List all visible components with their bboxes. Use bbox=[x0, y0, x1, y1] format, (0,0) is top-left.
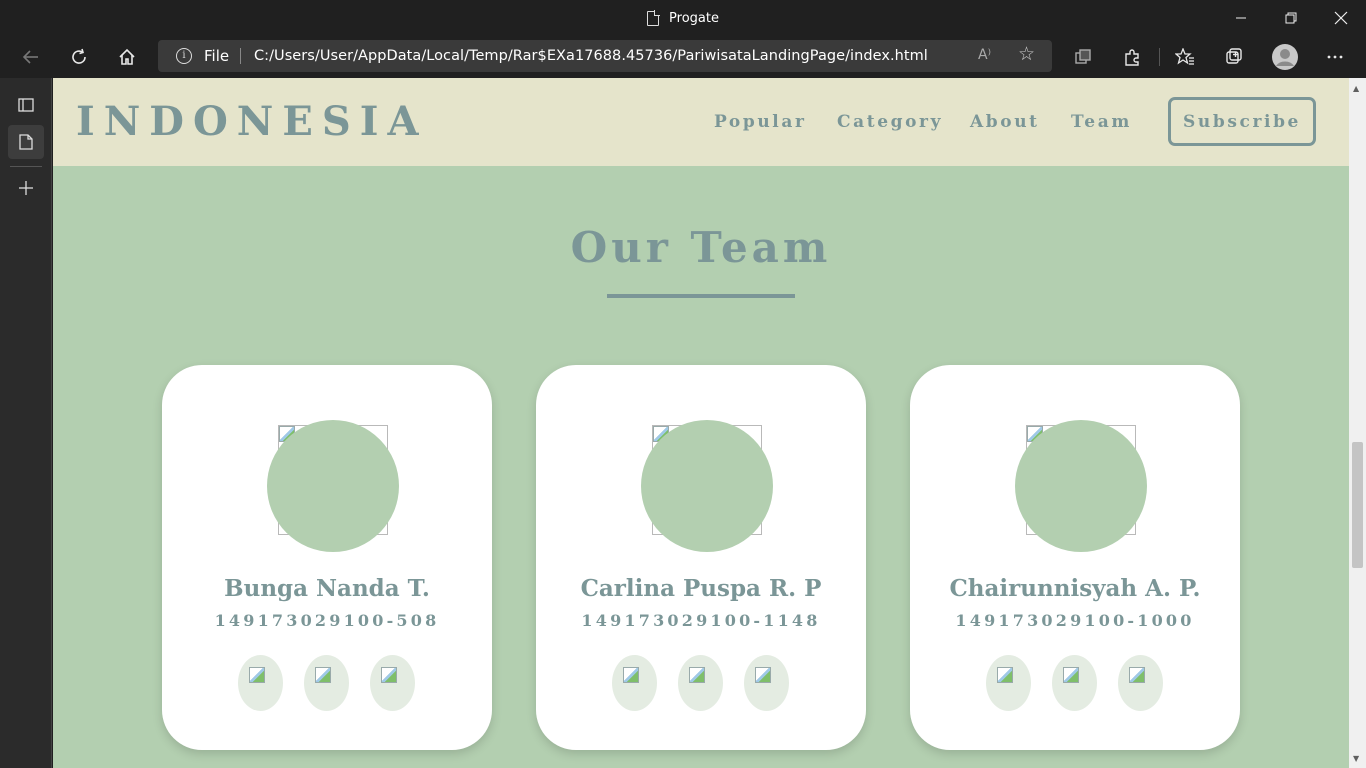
social-link[interactable] bbox=[370, 655, 415, 711]
url-text[interactable]: C:/Users/User/AppData/Local/Temp/Rar$EXa… bbox=[254, 48, 928, 64]
page-viewport: INDONESIA Popular Category About Team Su… bbox=[53, 78, 1349, 768]
scroll-up-icon[interactable]: ▲ bbox=[1353, 84, 1359, 93]
window-title-bar: Progate bbox=[0, 0, 1366, 36]
profile-icon bbox=[1272, 44, 1298, 70]
social-link[interactable] bbox=[612, 655, 657, 711]
photo-circle bbox=[1015, 420, 1147, 552]
address-bar[interactable]: i File C:/Users/User/AppData/Local/Temp/… bbox=[158, 40, 1052, 72]
window-title: Progate bbox=[0, 0, 1366, 36]
team-card: Bunga Nanda T. 149173029100-508 bbox=[162, 365, 492, 750]
more-icon bbox=[1327, 55, 1343, 59]
team-card: Chairunnisyah A. P. 149173029100-1000 bbox=[910, 365, 1240, 750]
info-icon[interactable]: i bbox=[176, 48, 192, 64]
refresh-button[interactable] bbox=[62, 40, 96, 74]
extensions-icon bbox=[1125, 49, 1139, 66]
section-title: Our Team bbox=[570, 223, 832, 272]
close-icon bbox=[1334, 11, 1348, 25]
broken-image-icon bbox=[689, 667, 705, 683]
social-link[interactable] bbox=[304, 655, 349, 711]
photo-circle bbox=[641, 420, 773, 552]
nav-category[interactable]: Category bbox=[837, 112, 943, 132]
site-logo[interactable]: INDONESIA bbox=[76, 98, 428, 145]
member-id: 149173029100-508 bbox=[214, 611, 440, 630]
page-icon bbox=[647, 10, 660, 26]
site-header: INDONESIA Popular Category About Team Su… bbox=[53, 78, 1349, 166]
scrollbar-thumb[interactable] bbox=[1352, 442, 1363, 568]
social-link[interactable] bbox=[678, 655, 723, 711]
home-button[interactable] bbox=[110, 40, 144, 74]
social-link[interactable] bbox=[986, 655, 1031, 711]
social-link[interactable] bbox=[1052, 655, 1097, 711]
broken-image-icon bbox=[315, 667, 331, 683]
read-aloud-icon[interactable]: A⁾ bbox=[978, 47, 991, 63]
home-icon bbox=[119, 48, 135, 65]
broken-image-icon bbox=[249, 667, 265, 683]
page-icon bbox=[19, 134, 33, 150]
member-id: 149173029100-1000 bbox=[955, 611, 1195, 630]
restore-icon bbox=[1285, 12, 1297, 24]
member-name: Bunga Nanda T. bbox=[224, 575, 430, 602]
plus-icon bbox=[19, 181, 33, 195]
collections-button[interactable] bbox=[1217, 40, 1251, 74]
subscribe-button[interactable]: Subscribe bbox=[1168, 97, 1316, 146]
minimize-button[interactable] bbox=[1216, 0, 1266, 36]
nav-about[interactable]: About bbox=[970, 112, 1040, 132]
sidebar-separator bbox=[10, 166, 42, 167]
sidebar-tab-progate[interactable] bbox=[8, 125, 44, 159]
address-separator bbox=[240, 48, 241, 64]
vertical-tabs-icon bbox=[18, 98, 34, 112]
profile-button[interactable] bbox=[1268, 40, 1302, 74]
tab-actions-menu-button[interactable] bbox=[8, 88, 44, 122]
social-link[interactable] bbox=[744, 655, 789, 711]
page-scrollbar[interactable]: ▲ ▼ bbox=[1349, 78, 1366, 768]
broken-image-icon bbox=[755, 667, 771, 683]
extensions-button[interactable] bbox=[1115, 40, 1149, 74]
tab-actions-button[interactable] bbox=[1066, 40, 1100, 74]
tab-title-text: Progate bbox=[669, 10, 719, 26]
restore-button[interactable] bbox=[1266, 0, 1316, 36]
broken-image-icon bbox=[1063, 667, 1079, 683]
broken-image-icon bbox=[381, 667, 397, 683]
broken-image-icon bbox=[1129, 667, 1145, 683]
scroll-down-icon[interactable]: ▼ bbox=[1353, 754, 1359, 763]
nav-popular[interactable]: Popular bbox=[714, 112, 807, 132]
photo-circle bbox=[267, 420, 399, 552]
close-button[interactable] bbox=[1316, 0, 1366, 36]
social-link[interactable] bbox=[238, 655, 283, 711]
member-name: Carlina Puspa R. P bbox=[580, 575, 822, 602]
social-link[interactable] bbox=[1118, 655, 1163, 711]
tab-actions-icon bbox=[1075, 49, 1091, 64]
favorites-icon bbox=[1175, 48, 1194, 65]
new-tab-button[interactable] bbox=[8, 171, 44, 205]
member-name: Chairunnisyah A. P. bbox=[949, 575, 1201, 602]
back-icon bbox=[22, 50, 38, 64]
scheme-label: File bbox=[204, 47, 230, 65]
more-button[interactable] bbox=[1318, 40, 1352, 74]
broken-image-icon bbox=[623, 667, 639, 683]
add-favorite-icon[interactable]: ☆ bbox=[1018, 43, 1035, 65]
refresh-icon bbox=[72, 48, 86, 64]
member-id: 149173029100-1148 bbox=[581, 611, 821, 630]
nav-team[interactable]: Team bbox=[1071, 112, 1132, 132]
favorites-button[interactable] bbox=[1168, 40, 1202, 74]
broken-image-icon bbox=[997, 667, 1013, 683]
toolbar-separator bbox=[1159, 48, 1160, 66]
team-card: Carlina Puspa R. P 149173029100-1148 bbox=[536, 365, 866, 750]
vertical-tabs-sidebar bbox=[0, 78, 52, 768]
back-button[interactable] bbox=[14, 40, 48, 74]
title-underline bbox=[607, 294, 795, 298]
collections-icon bbox=[1226, 48, 1242, 64]
minimize-icon bbox=[1236, 17, 1246, 19]
